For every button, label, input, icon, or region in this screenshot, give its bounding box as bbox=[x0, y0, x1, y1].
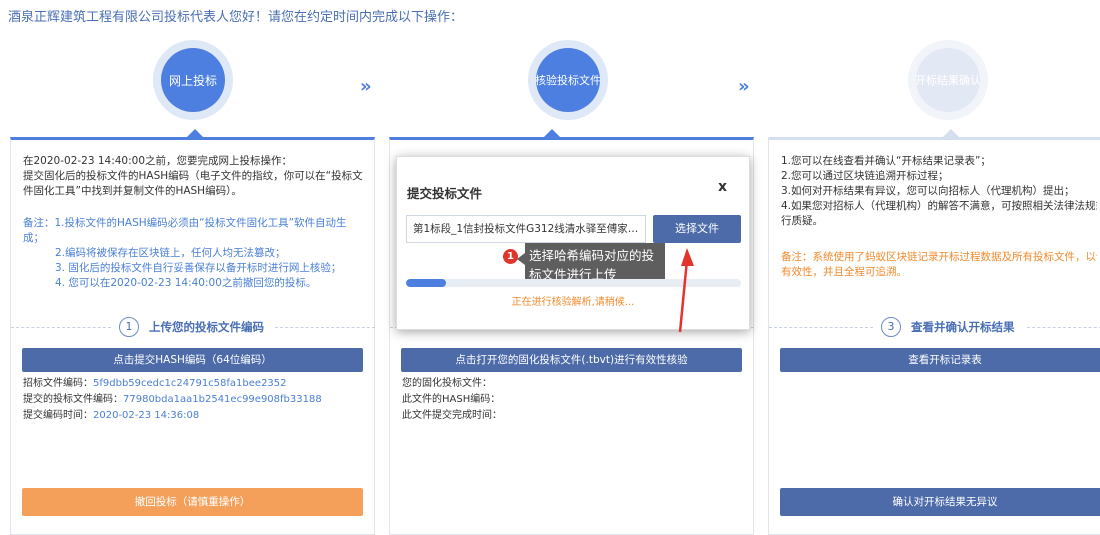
info-value: 5f9dbb59cedc1c24791c58fa1bee2352 bbox=[93, 378, 287, 389]
submit-hash-button[interactable]: 点击提交HASH编码（64位编码） bbox=[22, 348, 363, 372]
info-line: 2.您可以通过区块链追溯开标过程； bbox=[781, 170, 949, 182]
progress-bar-fill bbox=[406, 279, 447, 287]
step-heading-upload: 1 上传您的投标文件编码 bbox=[11, 317, 375, 337]
intro-line: 在2020-02-23 14:40:00之前，您要完成网上投标操作： bbox=[23, 155, 293, 167]
info-row: 招标文件编码：5f9dbb59cedc1c24791c58fa1bee2352 bbox=[23, 376, 322, 392]
intro-line: 件固化工具”中找到并复制文件的HASH编码）。 bbox=[23, 185, 242, 197]
step-label: 上传您的投标文件编码 bbox=[149, 320, 264, 334]
note-line: 有效性，并且全程可追溯。 bbox=[781, 266, 907, 278]
info-row: 此文件提交完成时间： bbox=[402, 410, 502, 421]
step-number: 1 bbox=[119, 317, 139, 337]
step-circle-online-bid[interactable]: 网上投标 bbox=[153, 40, 233, 120]
divider bbox=[769, 327, 873, 328]
step-circle-verify-file[interactable]: 核验投标文件 bbox=[528, 40, 608, 120]
divider bbox=[1027, 327, 1100, 328]
step-number: 3 bbox=[881, 317, 901, 337]
file-path-field[interactable]: 第1标段_1信封投标文件G312线清水驿至傅家窑... bbox=[406, 215, 646, 243]
info-line: 行质疑。 bbox=[781, 215, 823, 227]
panel3-lines: 1.您可以在线查看并确认“开标结果记录表”； 2.您可以通过区块链追溯开标过程；… bbox=[781, 154, 1097, 229]
header-greeting: 酒泉正辉建筑工程有限公司投标代表人您好！请您在约定时间内完成以下操作： bbox=[8, 10, 464, 25]
info-row: 此文件的HASH编码： bbox=[402, 394, 501, 405]
withdraw-bid-button[interactable]: 撤回投标（请慎重操作） bbox=[22, 488, 363, 516]
note-line: 4. 您可以在2020-02-23 14:40:00之前撤回您的投标。 bbox=[55, 277, 317, 289]
progress-bar bbox=[406, 279, 741, 287]
info-line: 4.如果您对招标人（代理机构）的解答不满意，可按照相关法律法规或 bbox=[781, 200, 1097, 212]
hash-info: 招标文件编码：5f9dbb59cedc1c24791c58fa1bee2352 … bbox=[23, 376, 322, 424]
modal-title: 提交投标文件 bbox=[407, 186, 483, 201]
tooltip-pointer bbox=[517, 253, 525, 265]
step-arrow-icon: » bbox=[360, 76, 372, 97]
choose-file-button[interactable]: 选择文件 bbox=[653, 215, 741, 243]
step-circle-label: 开标结果确认 bbox=[915, 48, 981, 112]
view-record-button[interactable]: 查看开标记录表 bbox=[780, 348, 1100, 372]
submit-file-modal: 提交投标文件 x 第1标段_1信封投标文件G312线清水驿至傅家窑... 选择文… bbox=[396, 156, 750, 330]
verify-file-button[interactable]: 点击打开您的固化投标文件(.tbvt)进行有效性核验 bbox=[401, 348, 742, 372]
info-value: 77980bda1aa1b2541ec99e908fb33188 bbox=[123, 394, 322, 405]
info-row: 您的固化投标文件： bbox=[402, 378, 492, 389]
step-label: 查看并确认开标结果 bbox=[911, 320, 1015, 334]
step-arrow-icon: » bbox=[738, 76, 750, 97]
info-row: 提交的投标文件编码：77980bda1aa1b2541ec99e908fb331… bbox=[23, 392, 322, 408]
note-line: 备注：1.投标文件的HASH编码必须由“投标文件固化工具”软件自动生成； bbox=[23, 217, 347, 244]
panel-notch bbox=[544, 129, 560, 137]
divider bbox=[275, 327, 375, 328]
annotation-badge: 1 bbox=[503, 249, 518, 264]
note-line: 备注：系统使用了蚂蚁区块链记录开标过程数据及所有投标文件，以保证 bbox=[781, 251, 1097, 263]
progress-status: 正在进行核验解析,请稍候... bbox=[511, 297, 635, 308]
close-icon[interactable]: x bbox=[718, 179, 727, 195]
step-circle-label: 核验投标文件 bbox=[535, 48, 601, 112]
step-circle-label: 网上投标 bbox=[161, 48, 225, 112]
divider bbox=[11, 327, 111, 328]
panel1-notes: 备注：1.投标文件的HASH编码必须由“投标文件固化工具”软件自动生成； 2.编… bbox=[23, 216, 364, 291]
panel-confirm-result: 1.您可以在线查看并确认“开标结果记录表”； 2.您可以通过区块链追溯开标过程；… bbox=[768, 129, 1100, 535]
info-line: 3.如何对开标结果有异议，您可以向招标人（代理机构）提出； bbox=[781, 185, 1075, 197]
info-value: 2020-02-23 14:36:08 bbox=[93, 410, 200, 421]
panel-online-bid: 在2020-02-23 14:40:00之前，您要完成网上投标操作： 提交固化后… bbox=[10, 129, 375, 535]
info-label: 提交的投标文件编码： bbox=[23, 394, 123, 405]
info-label: 招标文件编码： bbox=[23, 378, 93, 389]
info-label: 提交编码时间： bbox=[23, 410, 93, 421]
panel3-note: 备注：系统使用了蚂蚁区块链记录开标过程数据及所有投标文件，以保证 有效性，并且全… bbox=[781, 250, 1097, 280]
panel1-intro: 在2020-02-23 14:40:00之前，您要完成网上投标操作： 提交固化后… bbox=[23, 154, 364, 199]
step-heading-confirm: 3 查看并确认开标结果 bbox=[769, 317, 1100, 337]
panel-notch bbox=[187, 129, 203, 137]
confirm-no-objection-button[interactable]: 确认对开标结果无异议 bbox=[780, 488, 1100, 516]
note-line: 2.编码将被保存在区块链上，任何人均无法篡改； bbox=[55, 247, 286, 259]
info-line: 1.您可以在线查看并确认“开标结果记录表”； bbox=[781, 155, 991, 167]
intro-line: 提交固化后的投标文件的HASH编码（电子文件的指纹，你可以在“投标文 bbox=[23, 170, 363, 182]
verify-info: 您的固化投标文件： 此文件的HASH编码： 此文件提交完成时间： bbox=[402, 376, 502, 424]
step-circle-confirm-result[interactable]: 开标结果确认 bbox=[908, 40, 988, 120]
panel-notch bbox=[943, 129, 959, 137]
info-row: 提交编码时间：2020-02-23 14:36:08 bbox=[23, 408, 322, 424]
note-line: 3. 固化后的投标文件自行妥善保存以备开标时进行网上核验； bbox=[55, 262, 342, 274]
